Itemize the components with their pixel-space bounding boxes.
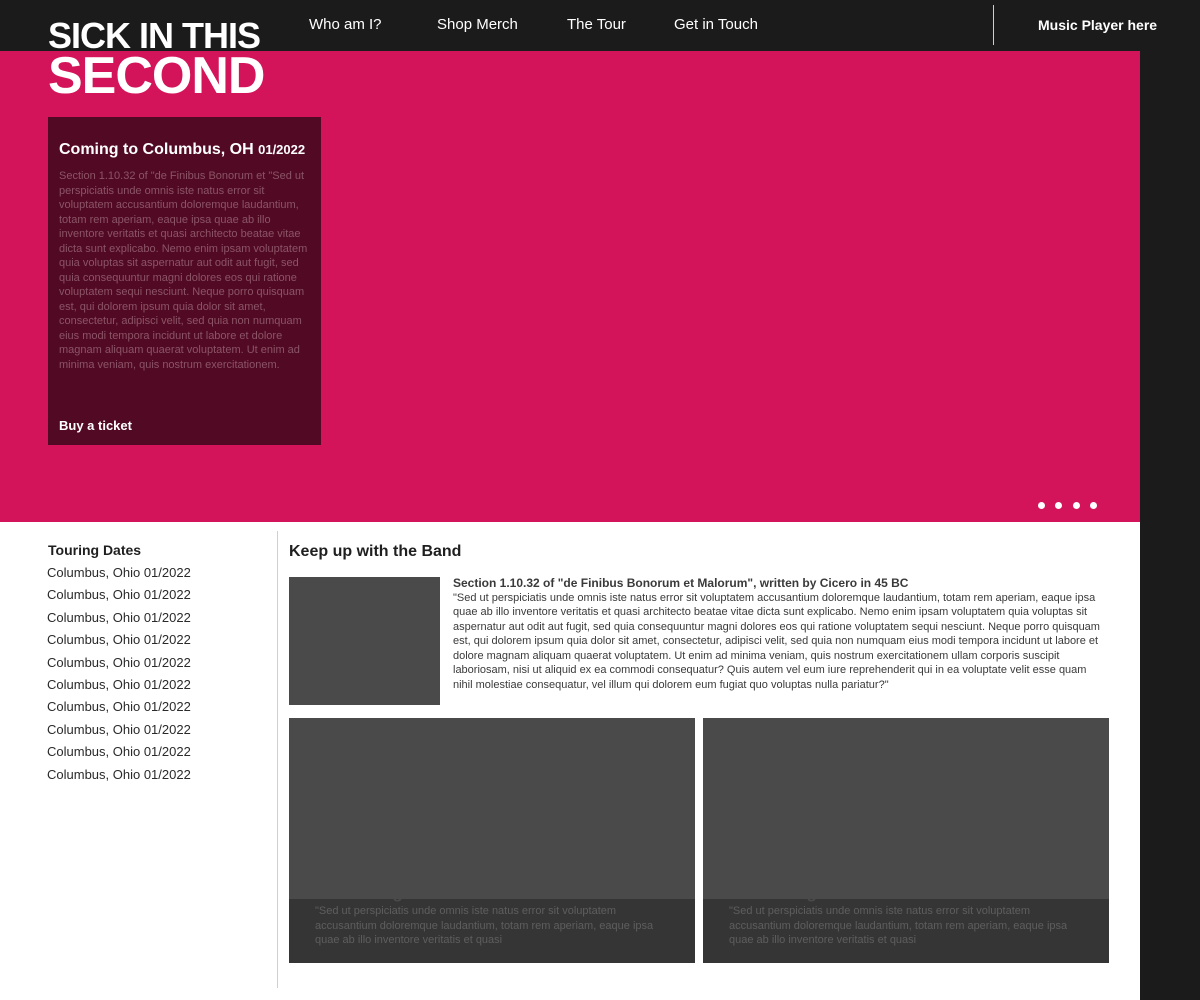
card-title: Something — [315, 883, 403, 902]
nav-divider — [993, 5, 994, 45]
card-text: "Sed ut perspiciatis unde omnis iste nat… — [315, 905, 654, 946]
carousel-dot-1[interactable] — [1038, 502, 1045, 509]
event-description: Section 1.10.32 of "de Finibus Bonorum e… — [59, 170, 308, 371]
buy-ticket-link[interactable]: Buy a ticket — [59, 418, 132, 433]
card-title: Something Else — [729, 883, 857, 902]
tour-date-item[interactable]: Columbus, Ohio 01/2022 — [47, 722, 191, 744]
touring-dates-title: Touring Dates — [48, 542, 142, 558]
feature-card-something-else[interactable]: Something Else "Sed ut perspiciatis unde… — [703, 718, 1109, 963]
main-content: Touring Dates Columbus, Ohio 01/2022 Col… — [0, 522, 1140, 1000]
event-title: Coming to Columbus, OH — [59, 141, 254, 158]
tour-date-item[interactable]: Columbus, Ohio 01/2022 — [47, 655, 191, 677]
card-text: "Sed ut perspiciatis unde omnis iste nat… — [729, 905, 1068, 946]
nav-shop-merch[interactable]: Shop Merch — [437, 16, 518, 33]
article-title[interactable]: Section 1.10.32 of "de Finibus Bonorum e… — [453, 576, 1108, 591]
nav-who-am-i[interactable]: Who am I? — [309, 16, 382, 33]
tour-date-item[interactable]: Columbus, Ohio 01/2022 — [47, 565, 191, 587]
music-player[interactable]: Music Player here — [1038, 17, 1157, 33]
carousel-dot-3[interactable] — [1073, 502, 1080, 509]
tour-date-item[interactable]: Columbus, Ohio 01/2022 — [47, 677, 191, 699]
touring-dates-list: Columbus, Ohio 01/2022 Columbus, Ohio 01… — [47, 565, 191, 789]
site-logo[interactable]: SICK IN THIS SECOND — [48, 18, 265, 105]
event-date: 01/2022 — [258, 142, 306, 157]
carousel-dot-4[interactable] — [1090, 502, 1097, 509]
tour-date-item[interactable]: Columbus, Ohio 01/2022 — [47, 610, 191, 632]
carousel-dot-2[interactable] — [1055, 502, 1062, 509]
article-body: "Sed ut perspiciatis unde omnis iste nat… — [453, 591, 1100, 691]
tour-date-item[interactable]: Columbus, Ohio 01/2022 — [47, 587, 191, 609]
tour-date-item[interactable]: Columbus, Ohio 01/2022 — [47, 699, 191, 721]
logo-line-2: SECOND — [48, 47, 265, 105]
news-article: Section 1.10.32 of "de Finibus Bonorum e… — [453, 576, 1108, 692]
tour-date-item[interactable]: Columbus, Ohio 01/2022 — [47, 632, 191, 654]
event-heading: Coming to Columbus, OH 01/2022 — [59, 141, 310, 159]
tour-date-item[interactable]: Columbus, Ohio 01/2022 — [47, 767, 191, 789]
article-thumbnail[interactable] — [289, 577, 440, 705]
event-card: Coming to Columbus, OH 01/2022 Section 1… — [48, 117, 321, 445]
nav-get-in-touch[interactable]: Get in Touch — [674, 16, 758, 33]
nav-the-tour[interactable]: The Tour — [567, 16, 626, 33]
band-section-title: Keep up with the Band — [289, 543, 462, 560]
feature-card-something[interactable]: Something "Sed ut perspiciatis unde omni… — [289, 718, 695, 963]
column-divider — [277, 531, 278, 988]
tour-date-item[interactable]: Columbus, Ohio 01/2022 — [47, 744, 191, 766]
